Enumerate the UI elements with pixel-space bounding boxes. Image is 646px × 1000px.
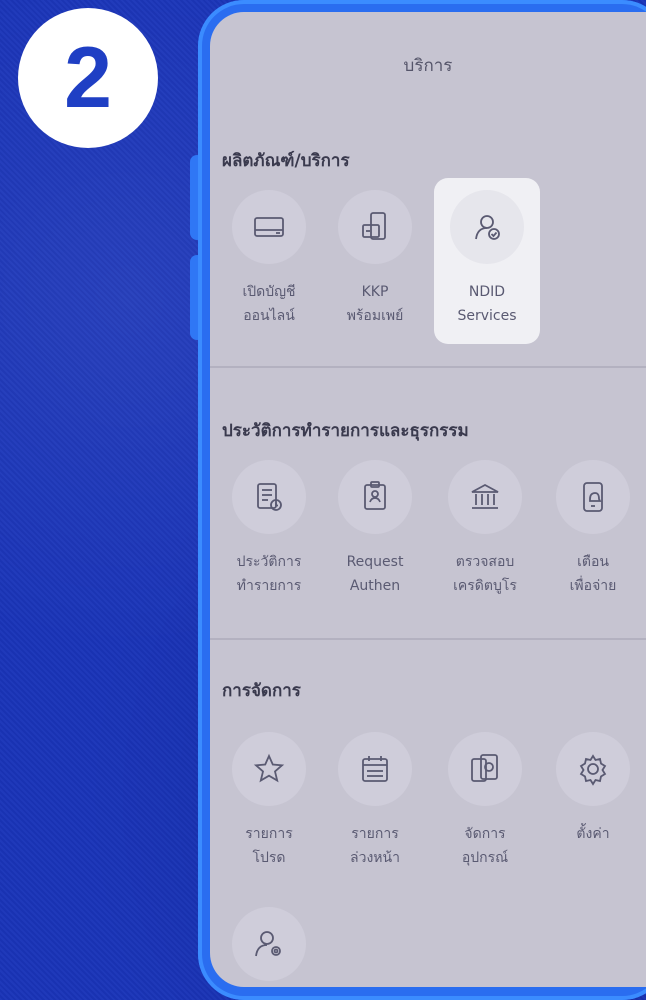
service-ndid[interactable]: NDID Services [434, 178, 540, 344]
section-title-management: การจัดการ [222, 681, 301, 701]
service-label: รายการ ล่วงหน้า [350, 826, 400, 866]
section-divider [210, 638, 646, 640]
section-divider [210, 366, 646, 368]
phone-card-icon [338, 190, 412, 264]
service-kkp-promptpay[interactable]: KKP พร้อมเพย์ [322, 190, 428, 328]
service-open-account[interactable]: เปิดบัญชี ออนไลน์ [216, 190, 322, 328]
service-manage-devices[interactable]: จัดการ อุปกรณ์ [432, 732, 538, 870]
user-gear-icon [232, 907, 306, 981]
section-title-history: ประวัติการทำรายการและธุรกรรม [222, 421, 469, 441]
service-label: NDID Services [457, 284, 517, 324]
history-doc-icon [232, 460, 306, 534]
service-label: Request Authen [346, 554, 404, 594]
service-user-settings[interactable] [216, 907, 322, 981]
id-badge-icon [338, 460, 412, 534]
device-settings-icon [448, 732, 522, 806]
service-label: เตือน เพื่อจ่าย [569, 554, 617, 594]
services-screen: บริการ ผลิตภัณฑ์/บริการ เปิดบัญชี ออนไลน… [210, 12, 646, 987]
service-label: รายการ โปรด [245, 826, 293, 866]
star-icon [232, 732, 306, 806]
service-scheduled[interactable]: รายการ ล่วงหน้า [322, 732, 428, 870]
service-credit-bureau[interactable]: ตรวจสอบ เครดิตบูโร [432, 460, 538, 598]
service-request-authen[interactable]: Request Authen [322, 460, 428, 598]
service-label: เปิดบัญชี ออนไลน์ [242, 284, 296, 324]
section-title-products: ผลิตภัณฑ์/บริการ [222, 151, 350, 171]
service-favorites[interactable]: รายการ โปรด [216, 732, 322, 870]
card-icon [232, 190, 306, 264]
service-label: KKP พร้อมเพย์ [346, 284, 404, 324]
step-number-badge: 2 [18, 8, 158, 148]
service-transaction-history[interactable]: ประวัติการ ทำรายการ [216, 460, 322, 598]
phone-bell-icon [556, 460, 630, 534]
calendar-icon [338, 732, 412, 806]
service-label: ตรวจสอบ เครดิตบูโร [453, 554, 517, 594]
service-payment-reminder[interactable]: เตือน เพื่อจ่าย [540, 460, 646, 598]
service-settings[interactable]: ตั้งค่า [540, 732, 646, 846]
service-label: ตั้งค่า [576, 826, 610, 842]
page-title: บริการ [403, 56, 453, 76]
user-check-icon [450, 190, 524, 264]
service-label: ประวัติการ ทำรายการ [236, 554, 302, 594]
gear-icon [556, 732, 630, 806]
service-label: จัดการ อุปกรณ์ [461, 826, 509, 866]
bank-icon [448, 460, 522, 534]
